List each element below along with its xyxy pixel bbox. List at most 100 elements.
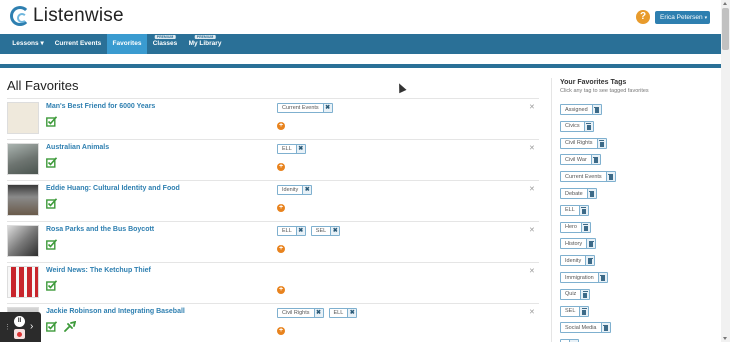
trash-icon[interactable] (605, 172, 615, 182)
lesson-title-link[interactable]: Jackie Robinson and Integrating Baseball (46, 308, 185, 315)
user-menu-button[interactable]: Erica Petersen ▾ (655, 11, 710, 24)
remove-tag-icon[interactable]: ✖ (295, 227, 305, 235)
add-tag-icon[interactable]: + (277, 204, 285, 212)
lesson-title-link[interactable]: Weird News: The Ketchup Thief (46, 267, 151, 274)
lesson-thumbnail[interactable] (7, 102, 39, 134)
row-tag[interactable]: ELL ✖ (277, 226, 306, 236)
trash-icon[interactable] (586, 239, 596, 249)
sidebar-tag[interactable]: Assigned (560, 104, 602, 115)
add-tag-icon[interactable]: + (277, 286, 285, 294)
sidebar-tag[interactable]: ELL (560, 204, 589, 216)
trash-icon[interactable] (597, 273, 607, 282)
row-tag[interactable]: Civil Rights ✖ (277, 308, 324, 318)
trash-icon[interactable] (591, 105, 601, 114)
top-header: Listenwise ? Erica Petersen ▾ (0, 0, 721, 34)
lesson-thumbnail[interactable] (7, 266, 39, 298)
favorite-row: Eddie Huang: Cultural Identity and Food I… (7, 180, 539, 221)
trash-icon[interactable] (580, 222, 590, 232)
add-tag-icon[interactable]: + (277, 327, 285, 335)
trash-icon[interactable] (585, 256, 595, 266)
assign-icon[interactable] (46, 116, 58, 127)
sidebar-tag[interactable]: Debate (560, 188, 597, 199)
sidebar-tag[interactable]: History (560, 238, 597, 250)
remove-tag-icon[interactable]: ✖ (330, 227, 340, 235)
sidebar-tag[interactable]: Current Events (560, 171, 616, 183)
remove-tag-icon[interactable]: ✖ (347, 309, 357, 317)
row-tag[interactable]: ELL ✖ (328, 308, 358, 318)
sidebar-tag-label: ELL (565, 207, 575, 214)
assign-icon[interactable] (46, 280, 58, 291)
audio-widget: ⋮ II › (0, 312, 41, 342)
scroll-up-arrow-icon[interactable] (723, 2, 727, 5)
lesson-title-link[interactable]: Eddie Huang: Cultural Identity and Food (46, 185, 180, 192)
trash-icon[interactable] (586, 189, 596, 198)
pause-button[interactable]: II (14, 316, 25, 327)
record-stop-button[interactable] (14, 329, 25, 339)
favorites-list: Man's Best Friend for 6000 Years Current … (7, 98, 539, 342)
sidebar-tag[interactable]: Civics (560, 120, 594, 132)
assign-icon[interactable] (46, 157, 58, 168)
link-chain-icon[interactable] (64, 321, 76, 332)
remove-favorite-icon[interactable]: ✕ (529, 226, 535, 234)
remove-favorite-icon[interactable]: ✕ (529, 144, 535, 152)
sidebar-tag[interactable]: Civil War (560, 154, 601, 166)
tag-label: Civil Rights (282, 310, 310, 316)
sidebar-tag-label: History (565, 240, 583, 247)
trash-icon[interactable] (590, 155, 600, 165)
trash-icon[interactable] (579, 306, 589, 316)
sidebar-tag[interactable]: Quiz (560, 288, 591, 300)
sidebar-tag-label: Assigned (565, 106, 588, 113)
trash-icon[interactable] (596, 138, 606, 148)
assign-icon[interactable] (46, 198, 58, 209)
scroll-down-arrow-icon[interactable] (723, 337, 727, 340)
lesson-thumbnail[interactable] (7, 143, 39, 175)
nav-favorites[interactable]: Favorites (107, 34, 147, 54)
nav-lessons[interactable]: Lessons ▾ (6, 34, 50, 54)
lesson-title-link[interactable]: Rosa Parks and the Bus Boycott (46, 226, 154, 233)
trash-icon[interactable] (583, 121, 593, 131)
drag-grip-icon[interactable]: ⋮ (4, 323, 11, 331)
add-tag-icon[interactable]: + (277, 245, 285, 253)
row-tag[interactable]: ELL ✖ (277, 144, 306, 154)
logo[interactable]: Listenwise (10, 5, 124, 27)
remove-favorite-icon[interactable]: ✕ (529, 267, 535, 275)
remove-tag-icon[interactable]: ✖ (295, 145, 305, 153)
tag-label: ELL (333, 310, 344, 316)
sidebar-tag[interactable]: Civil Rights (560, 137, 607, 149)
add-tag-icon[interactable]: + (277, 163, 285, 171)
trash-icon[interactable] (600, 323, 610, 333)
help-icon[interactable]: ? (636, 10, 650, 24)
page-scrollbar[interactable] (721, 0, 730, 342)
lesson-thumbnail[interactable] (7, 184, 39, 216)
sidebar-tag[interactable]: Idenity (560, 255, 596, 267)
remove-favorite-icon[interactable]: ✕ (529, 308, 535, 316)
assign-icon[interactable] (46, 239, 58, 250)
scrollbar-thumb[interactable] (722, 8, 729, 50)
expand-arrow-icon[interactable]: › (30, 321, 33, 332)
assign-icon[interactable] (46, 321, 58, 332)
trash-icon[interactable] (578, 205, 588, 215)
sidebar-tag[interactable]: Hero (560, 221, 591, 233)
nav-current-events[interactable]: Current Events (50, 34, 106, 54)
nav-lessons-label: Lessons (12, 40, 39, 47)
remove-favorite-icon[interactable]: ✕ (529, 103, 535, 111)
add-tag-icon[interactable]: + (277, 122, 285, 130)
lesson-title-link[interactable]: Australian Animals (46, 144, 109, 151)
sidebar-tag[interactable]: SEL (560, 305, 590, 317)
row-tag[interactable]: SEL ✖ (310, 226, 341, 236)
nav-classes[interactable]: PREMIUM Classes (148, 34, 182, 54)
sidebar-tag[interactable]: Immigration (560, 272, 608, 283)
remove-tag-icon[interactable]: ✖ (322, 104, 332, 112)
trash-icon[interactable] (580, 289, 590, 299)
remove-tag-icon[interactable]: ✖ (313, 309, 323, 317)
lesson-title-link[interactable]: Man's Best Friend for 6000 Years (46, 103, 155, 110)
main-nav: Lessons ▾ Current Events Favorites PREMI… (0, 34, 721, 54)
remove-favorite-icon[interactable]: ✕ (529, 185, 535, 193)
nav-my-library[interactable]: PREMIUM My Library (184, 34, 226, 54)
row-tag-list: ELL ✖ (277, 144, 306, 154)
row-tag[interactable]: Current Events ✖ (277, 103, 333, 113)
sidebar-tag[interactable]: Social Media (560, 322, 611, 334)
remove-tag-icon[interactable]: ✖ (302, 186, 312, 194)
lesson-thumbnail[interactable] (7, 225, 39, 257)
row-tag[interactable]: Idenity ✖ (277, 185, 313, 195)
